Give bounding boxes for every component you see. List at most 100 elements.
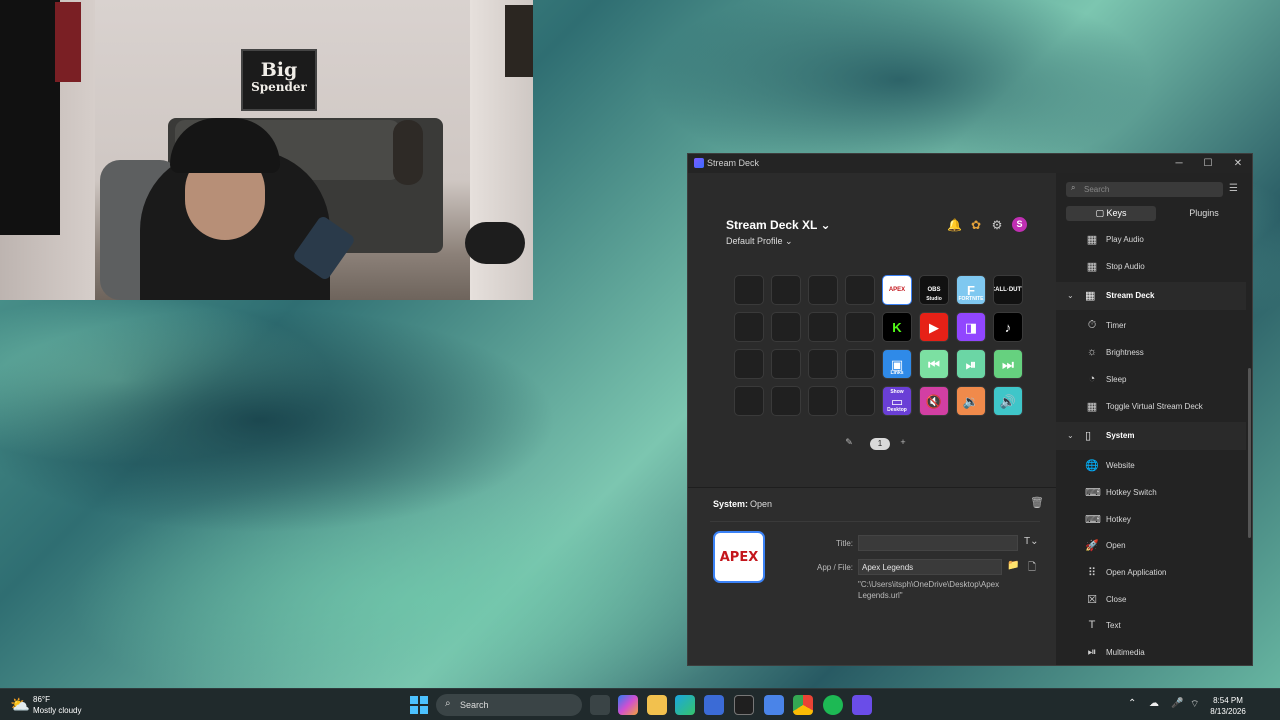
action-item[interactable]: 🚀 Open [1056,533,1246,559]
title-bar[interactable]: Stream Deck ─ ☐ ✕ [688,154,1252,173]
action-item[interactable]: ⠿ Open Application [1056,560,1246,586]
key-show-desktop[interactable]: Show ▭ Desktop [882,386,912,416]
stream-deck-taskbar-icon[interactable] [852,695,872,715]
scrollbar[interactable] [1248,368,1251,538]
stream-deck-app-icon [694,158,704,168]
obs-icon[interactable] [734,695,754,715]
empty-key[interactable] [771,386,801,416]
gear-icon[interactable]: ⚙ [990,218,1004,232]
file-icon[interactable]: 🗋 [1028,560,1036,577]
trash-icon[interactable]: 🗑 [1030,496,1044,509]
minimize-button[interactable]: ─ [1164,154,1194,173]
key-volume-down[interactable]: 🔉 [956,386,986,416]
key-preview-image[interactable]: APEX [713,531,765,583]
empty-key[interactable] [771,275,801,305]
action-item[interactable]: ▦ Toggle Virtual Stream Deck [1056,394,1246,420]
action-item[interactable]: ⌨ Hotkey [1056,507,1246,533]
avatar[interactable]: S [1012,217,1027,232]
key-fortnite[interactable]: F FORTNITE [956,275,986,305]
wifi-icon[interactable]: ⌔ [1190,698,1199,711]
empty-key[interactable] [808,349,838,379]
list-view-icon[interactable]: ☰ [1229,183,1238,194]
app-file-label: App / File: [816,563,853,572]
file-explorer-icon[interactable] [647,695,667,715]
key-apex-legends[interactable]: APEX [882,275,912,305]
empty-key[interactable] [845,349,875,379]
key-call-of-duty[interactable]: CALL·DUTY [993,275,1023,305]
text-format-icon[interactable]: T⌄ [1024,536,1039,547]
action-item[interactable]: T Text [1056,613,1246,639]
action-item[interactable]: ▦ Play Audio [1056,227,1246,253]
empty-key[interactable] [771,312,801,342]
bell-icon[interactable]: 🔔 [947,218,962,232]
empty-key[interactable] [808,275,838,305]
edge-icon[interactable] [675,695,695,715]
action-item[interactable]: ⌨ Hotkey Switch [1056,480,1246,506]
actions-sidebar: ⌕ Search ☰ ▢ Keys Plugins ▦ Play Audio ▦ St… [1056,173,1252,665]
action-item[interactable]: ⏱ Timer [1056,313,1246,339]
empty-key[interactable] [734,349,764,379]
action-item[interactable]: ⏯ Multimedia [1056,640,1246,665]
onedrive-icon[interactable]: ☁ [1149,698,1159,709]
chevron-down-icon: ⌄ [785,236,793,246]
empty-key[interactable] [845,386,875,416]
pin-icon[interactable]: ✎ [842,437,856,448]
key-volume-up[interactable]: 🔊 [993,386,1023,416]
spotify-icon[interactable] [823,695,843,715]
category-label: Stream Deck [1106,291,1155,301]
folder-icon[interactable]: 📁 [1007,560,1019,571]
weather-temperature[interactable]: 86°F [33,695,50,704]
page-indicator[interactable]: 1 [870,438,890,450]
key-play-pause[interactable]: ⏯ [956,349,986,379]
key-youtube[interactable]: ▶ [919,312,949,342]
key-next-track[interactable]: ⏭ [993,349,1023,379]
store-icon[interactable] [704,695,724,715]
category-system[interactable]: ⌄ ▯ System [1056,422,1246,451]
app-file-input[interactable]: Apex Legends [858,559,1002,575]
key-links[interactable]: ▣ Links [882,349,912,379]
curtain [0,0,60,235]
chrome-icon[interactable] [793,695,813,715]
action-item[interactable]: 🌐 Website [1056,453,1246,479]
maximize-button[interactable]: ☐ [1193,154,1223,173]
empty-key[interactable] [808,386,838,416]
system-clock[interactable]: 8:54 PM 8/13/2026 [1203,695,1253,717]
action-item[interactable]: ☼ Brightness [1056,340,1246,366]
empty-key[interactable] [734,312,764,342]
key-mute[interactable]: 🔇 [919,386,949,416]
action-item[interactable]: ◔ Sleep [1056,367,1246,393]
tab-plugins[interactable]: Plugins [1164,206,1244,221]
start-button[interactable] [410,696,428,714]
copilot-icon[interactable] [618,695,638,715]
add-page-button[interactable]: + [896,437,910,447]
empty-key[interactable] [771,349,801,379]
mail-icon[interactable] [764,695,784,715]
cloud-icon[interactable]: ⛅ [10,695,30,715]
key-kick[interactable]: K [882,312,912,342]
empty-key[interactable] [808,312,838,342]
marketplace-icon[interactable]: ✿ [969,218,983,232]
empty-key[interactable] [734,275,764,305]
weather-condition[interactable]: Mostly cloudy [33,706,81,715]
profile-selector[interactable]: Default Profile ⌄ [726,236,793,247]
empty-key[interactable] [734,386,764,416]
tab-keys[interactable]: ▢ Keys [1066,206,1156,221]
title-input[interactable] [858,535,1018,551]
key-obs-studio[interactable]: OBS Studio [919,275,949,305]
chevron-up-icon[interactable]: ⌃ [1128,698,1136,709]
device-selector[interactable]: Stream Deck XL ⌄ [726,218,831,232]
key-tiktok[interactable]: ♪ [993,312,1023,342]
empty-key[interactable] [845,275,875,305]
action-item[interactable]: ☒ Close [1056,587,1246,613]
category-stream-deck[interactable]: ⌄ ▦ Stream Deck [1056,282,1246,311]
search-input[interactable]: ⌕ Search [1066,182,1223,197]
microphone-icon[interactable]: 🎤 [1171,698,1183,709]
key-twitch[interactable]: ◨ [956,312,986,342]
taskbar-search[interactable]: ⌕ Search [436,694,582,716]
task-view-icon[interactable] [590,695,610,715]
divider [710,521,1040,522]
empty-key[interactable] [845,312,875,342]
key-previous-track[interactable]: ⏮ [919,349,949,379]
close-button[interactable]: ✕ [1223,154,1252,173]
action-item[interactable]: ▦ Stop Audio [1056,254,1246,280]
